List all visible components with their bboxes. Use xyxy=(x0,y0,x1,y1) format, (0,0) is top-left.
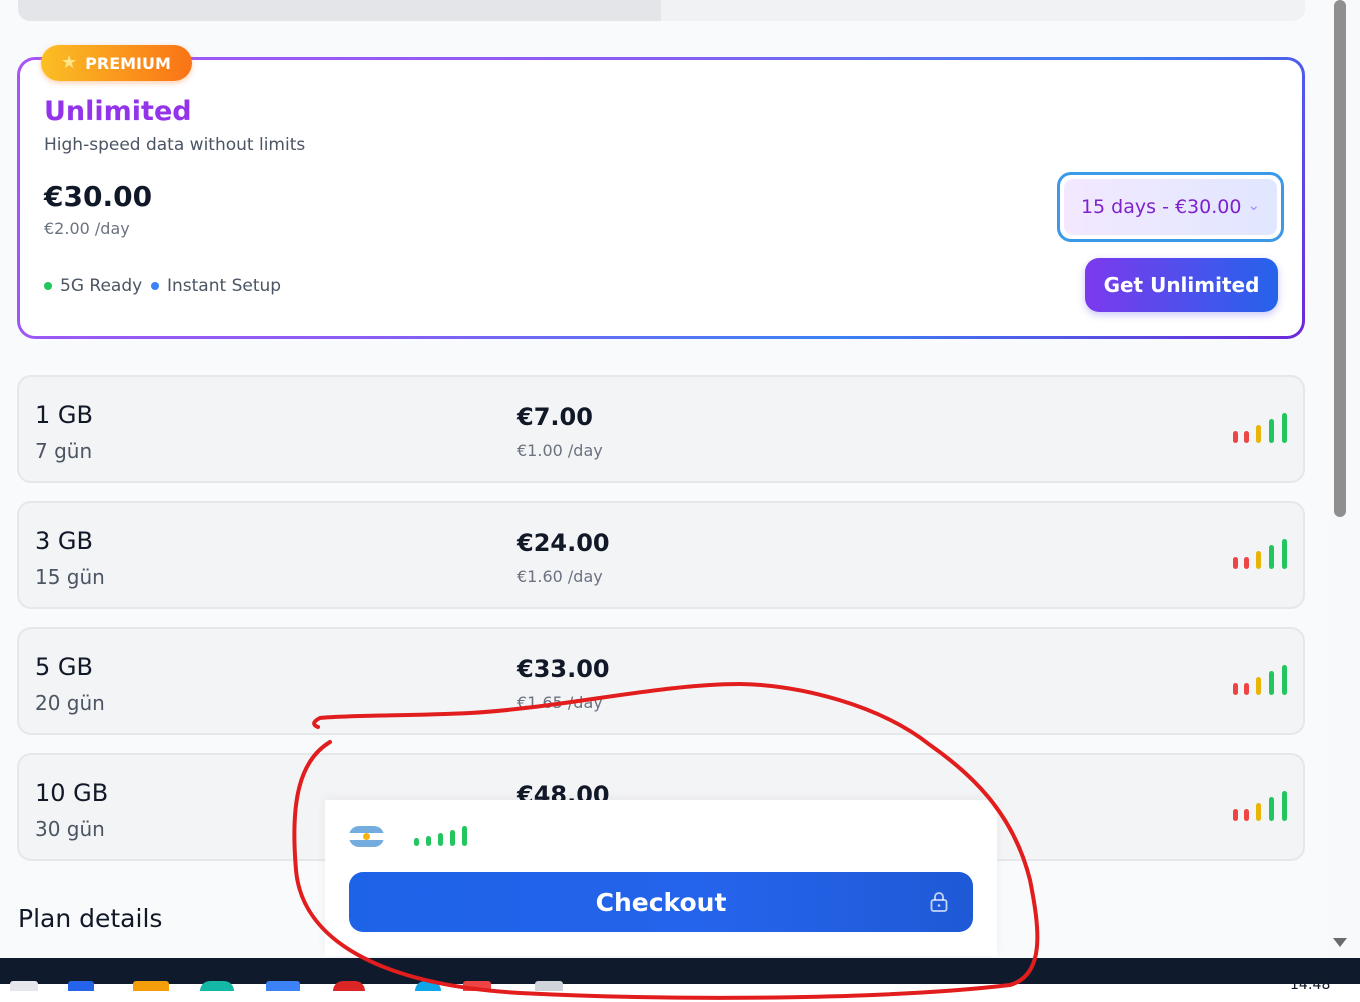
plan-duration: 7 gün xyxy=(35,439,93,463)
os-taskbar: 14:48 xyxy=(0,958,1360,1002)
premium-plan-subtitle: High-speed data without limits xyxy=(44,135,306,155)
plan-row[interactable]: 1 GB 7 gün €7.00 €1.00 /day xyxy=(17,375,1305,483)
calendar-icon[interactable] xyxy=(463,981,491,991)
checkout-button-label: Checkout xyxy=(595,887,727,917)
premium-plan-title: Unlimited xyxy=(44,96,192,127)
plan-data-amount: 5 GB xyxy=(35,653,93,681)
feature-5g-ready: 5G Ready xyxy=(44,276,142,296)
premium-plan-price: €30.00 xyxy=(44,180,153,213)
signal-strength-icon xyxy=(1233,665,1293,695)
plan-price: €24.00 xyxy=(517,529,610,557)
lock-icon xyxy=(930,892,948,912)
store-icon[interactable] xyxy=(266,981,300,991)
chrome-icon[interactable] xyxy=(333,981,365,991)
plan-price: €7.00 xyxy=(517,403,593,431)
top-progress-bar xyxy=(18,0,1305,21)
taskbar-clock: 14:48 xyxy=(1290,977,1331,993)
edge-icon[interactable] xyxy=(200,981,234,991)
start-icon[interactable] xyxy=(10,981,38,991)
plan-row[interactable]: 3 GB 15 gün €24.00 €1.60 /day xyxy=(17,501,1305,609)
signal-strength-icon xyxy=(1233,791,1293,821)
feature-label: 5G Ready xyxy=(60,276,143,296)
blue-dot-icon xyxy=(151,282,159,290)
plan-data-amount: 1 GB xyxy=(35,401,93,429)
plan-duration: 15 gün xyxy=(35,565,105,589)
scroll-down-arrow-icon[interactable] xyxy=(1333,938,1347,947)
plan-duration: 20 gün xyxy=(35,691,105,715)
plan-per-day: €1.60 /day xyxy=(517,567,603,586)
plan-data-amount: 10 GB xyxy=(35,779,109,807)
star-icon: ★ xyxy=(61,52,78,73)
chevron-down-icon: ⌄ xyxy=(1247,196,1261,214)
checkout-panel: Checkout xyxy=(325,800,997,956)
widgets-icon[interactable] xyxy=(68,981,94,991)
plan-per-day: €1.65 /day xyxy=(517,693,603,712)
signal-strength-icon xyxy=(1233,539,1293,569)
green-dot-icon xyxy=(44,282,52,290)
signal-strength-icon xyxy=(1233,413,1293,443)
premium-badge-label: PREMIUM xyxy=(85,53,171,73)
argentina-flag-icon xyxy=(349,826,384,847)
premium-plan-per-day: €2.00 /day xyxy=(44,219,130,238)
get-unlimited-button[interactable]: Get Unlimited xyxy=(1085,258,1278,312)
plan-duration: 30 gün xyxy=(35,817,105,841)
checkout-button[interactable]: Checkout xyxy=(349,872,973,932)
scrollbar-thumb[interactable] xyxy=(1334,0,1346,517)
plan-per-day: €1.00 /day xyxy=(517,441,603,460)
vertical-scrollbar[interactable] xyxy=(1330,0,1360,958)
app-icon[interactable] xyxy=(535,981,563,991)
premium-badge: ★ PREMIUM xyxy=(41,45,192,81)
plan-price: €33.00 xyxy=(517,655,610,683)
duration-select-value: 15 days - €30.00 xyxy=(1080,196,1242,218)
plan-details-heading: Plan details xyxy=(18,904,163,933)
signal-strength-icon xyxy=(414,826,474,846)
plan-data-amount: 3 GB xyxy=(35,527,93,555)
feature-instant-setup: Instant Setup xyxy=(151,276,281,296)
file-explorer-icon[interactable] xyxy=(133,981,169,991)
telegram-icon[interactable] xyxy=(415,981,441,991)
plan-row[interactable]: 5 GB 20 gün €33.00 €1.65 /day xyxy=(17,627,1305,735)
feature-label: Instant Setup xyxy=(167,276,282,296)
duration-select[interactable]: 15 days - €30.00 ⌄ xyxy=(1057,172,1284,242)
